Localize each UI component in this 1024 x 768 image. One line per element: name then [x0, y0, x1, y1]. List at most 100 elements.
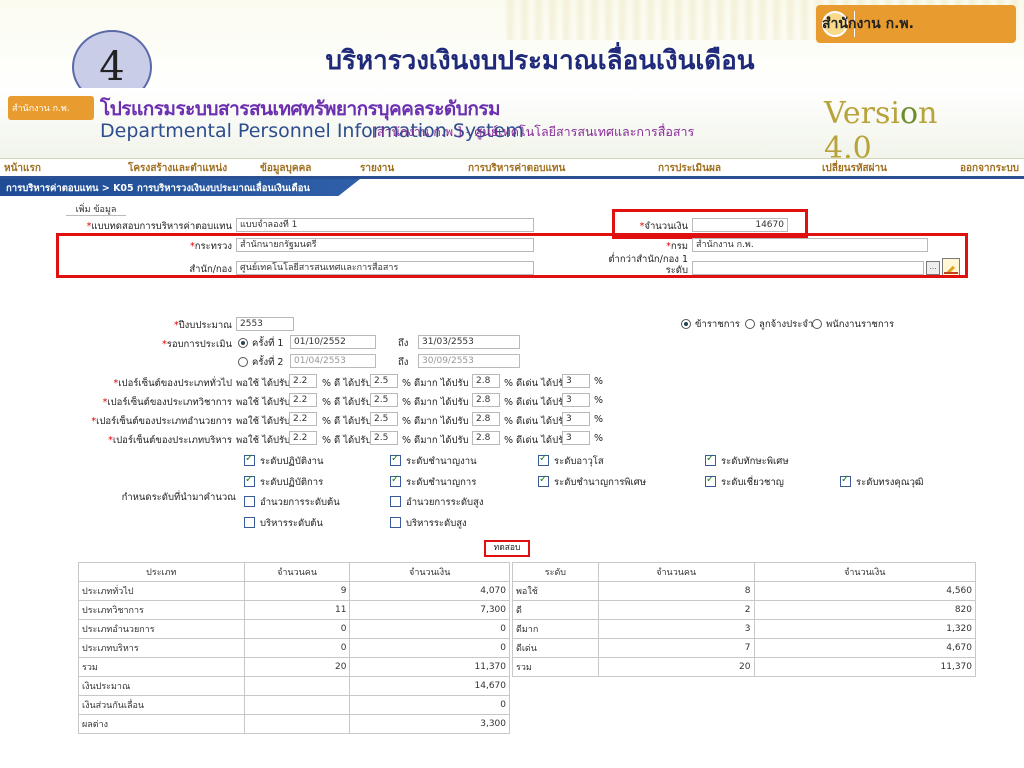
nav-person[interactable]: ข้อมูลบุคคล — [260, 161, 311, 176]
pct-excellent-field[interactable]: 3 — [562, 412, 590, 426]
col-count: จำนวนคน — [597, 562, 755, 582]
nav-logout[interactable]: ออกจากระบบ — [960, 161, 1019, 176]
pct-verygood-field[interactable]: 2.8 — [472, 374, 500, 388]
round-label: *รอบการประเมิน — [161, 339, 232, 350]
level-label: ระดับชำนาญการ — [406, 477, 477, 488]
level-label: อำนวยการระดับต้น — [260, 497, 340, 508]
row-label: ประเภทบริหาร — [82, 644, 139, 654]
row-label: เงินประมาณ — [82, 682, 131, 692]
pct-fair-label: พอใช้ ได้ปรับ — [236, 397, 291, 408]
col-amount: จำนวนเงิน — [349, 562, 510, 582]
amount-cell: 0 — [500, 643, 506, 653]
row-label: ประเภทอำนวยการ — [82, 625, 155, 635]
nav-evaluation[interactable]: การประเมินผล — [658, 161, 721, 176]
table-row: รวม 20 11,370 — [78, 657, 510, 677]
level-checkbox[interactable] — [244, 517, 255, 528]
test-button[interactable]: ทดสอบ — [484, 540, 530, 557]
nav-change-password[interactable]: เปลี่ยนรหัสผ่าน — [822, 161, 887, 176]
level-label: ระดับปฏิบัติการ — [260, 477, 324, 488]
add-data-tab[interactable]: เพิ่ม ข้อมูล — [66, 202, 126, 216]
table-by-level: ระดับ จำนวนคน จำนวนเงิน พอใช้ 8 4,560 ดี 2 82… — [512, 562, 976, 677]
nav-report[interactable]: รายงาน — [360, 161, 394, 176]
pct-good-field[interactable]: 2.5 — [370, 431, 398, 445]
amount-cell: 0 — [500, 624, 506, 634]
round2-to-field[interactable]: 30/09/2553 — [418, 354, 520, 368]
pct-verygood-field[interactable]: 2.8 — [472, 393, 500, 407]
count-cell: 0 — [340, 624, 347, 634]
row-label: ประเภททั่วไป — [82, 587, 134, 597]
pct-fair-field[interactable]: 2.2 — [289, 412, 317, 426]
pct-fair-field[interactable]: 2.2 — [289, 374, 317, 388]
pct-good-field[interactable]: 2.5 — [370, 412, 398, 426]
count-cell: 11 — [334, 605, 347, 615]
level-checkbox[interactable] — [244, 496, 255, 507]
ocsc-logo: สำนักงาน ก.พ. — [816, 5, 1016, 43]
nav-structure[interactable]: โครงสร้างและตำแหน่ง — [128, 161, 227, 176]
pct-end-label: % — [594, 414, 604, 425]
level-checkbox[interactable] — [538, 474, 549, 487]
round1-from-field[interactable]: 01/10/2552 — [290, 335, 376, 349]
staff-type-civil-radio[interactable] — [681, 319, 691, 329]
row-label: ประเภทวิชาการ — [82, 606, 144, 616]
app-organization: [สำนักงาน ก.พ.] - ศูนย์เทคโนโลยีสารสนเทศ… — [372, 124, 695, 139]
pct-excellent-label: % ดีเด่น ได้ปรับ — [504, 397, 570, 408]
level-checkbox[interactable] — [705, 474, 716, 487]
pct-fair-field[interactable]: 2.2 — [289, 431, 317, 445]
pct-excellent-field[interactable]: 3 — [562, 431, 590, 445]
count-cell: 0 — [340, 643, 347, 653]
level-checkbox[interactable] — [840, 474, 851, 487]
level-label: อำนวยการระดับสูง — [406, 497, 484, 508]
row-label: พอใช้ — [516, 587, 538, 597]
slide-title: บริหารวงเงินงบประมาณเลื่อนเงินเดือน — [325, 46, 755, 76]
round2-radio[interactable] — [238, 357, 248, 367]
version-badge: Version 4.0 — [824, 88, 1024, 166]
round1-radio[interactable] — [238, 338, 248, 348]
amount-cell: 1,320 — [946, 624, 972, 634]
pct-excellent-field[interactable]: 3 — [562, 393, 590, 407]
staff-type-government-label: พนักงานราชการ — [826, 319, 895, 330]
table-by-type: ประเภท จำนวนคน จำนวนเงิน ประเภททั่วไป 9 4,… — [78, 562, 510, 734]
amount-cell: 4,670 — [946, 643, 972, 653]
table-row: ดี 2 820 — [512, 600, 976, 620]
level-checkbox[interactable] — [705, 453, 716, 466]
amount-cell: 7,300 — [480, 605, 506, 615]
pct-good-field[interactable]: 2.5 — [370, 393, 398, 407]
level-checkbox[interactable] — [390, 474, 401, 487]
round1-to-field[interactable]: 31/03/2553 — [418, 335, 520, 349]
level-checkbox[interactable] — [390, 517, 401, 528]
pct-fair-label: พอใช้ ได้ปรับ — [236, 416, 291, 427]
level-label: ระดับทรงคุณวุฒิ — [856, 477, 924, 488]
staff-type-permanent-radio[interactable] — [745, 319, 755, 329]
staff-type-government-radio[interactable] — [812, 319, 822, 329]
pct-excellent-field[interactable]: 3 — [562, 374, 590, 388]
level-checkbox[interactable] — [244, 474, 255, 487]
template-field[interactable]: แบบจำลองที่ 1 — [236, 218, 534, 232]
pct-fair-label: พอใช้ ได้ปรับ — [236, 435, 291, 446]
amount-cell: 11,370 — [474, 662, 507, 672]
pct-good-field[interactable]: 2.5 — [370, 374, 398, 388]
pct-verygood-field[interactable]: 2.8 — [472, 431, 500, 445]
level-label: ระดับปฏิบัติงาน — [260, 456, 324, 467]
table-row: รวม 20 11,370 — [512, 657, 976, 677]
year-field[interactable]: 2553 — [236, 317, 294, 331]
pct-good-label: % ดี ได้ปรับ — [322, 397, 372, 408]
nav-home[interactable]: หน้าแรก — [4, 161, 41, 176]
staff-type-civil-label: ข้าราชการ — [695, 319, 740, 330]
pct-verygood-label: % ดีมาก ได้ปรับ — [402, 397, 469, 408]
pct-excellent-label: % ดีเด่น ได้ปรับ — [504, 378, 570, 389]
round2-to-label: ถึง — [398, 357, 409, 368]
round2-label: ครั้งที่ 2 — [252, 357, 284, 368]
level-checkbox[interactable] — [390, 496, 401, 507]
round2-from-field[interactable]: 01/04/2553 — [290, 354, 376, 368]
pct-verygood-field[interactable]: 2.8 — [472, 412, 500, 426]
staff-type-permanent-label: ลูกจ้างประจำ — [759, 319, 814, 330]
pct-end-label: % — [594, 433, 604, 444]
nav-compensation[interactable]: การบริหารค่าตอบแทน — [468, 161, 565, 176]
level-checkbox[interactable] — [244, 453, 255, 466]
version-text: Version 4.0 — [824, 96, 938, 166]
level-checkbox[interactable] — [538, 453, 549, 466]
level-checkbox[interactable] — [390, 453, 401, 466]
breadcrumb: การบริหารค่าตอบแทน > K05 การบริหารวงเงิน… — [0, 179, 360, 196]
pct-fair-field[interactable]: 2.2 — [289, 393, 317, 407]
amount-cell: 4,560 — [946, 586, 972, 596]
